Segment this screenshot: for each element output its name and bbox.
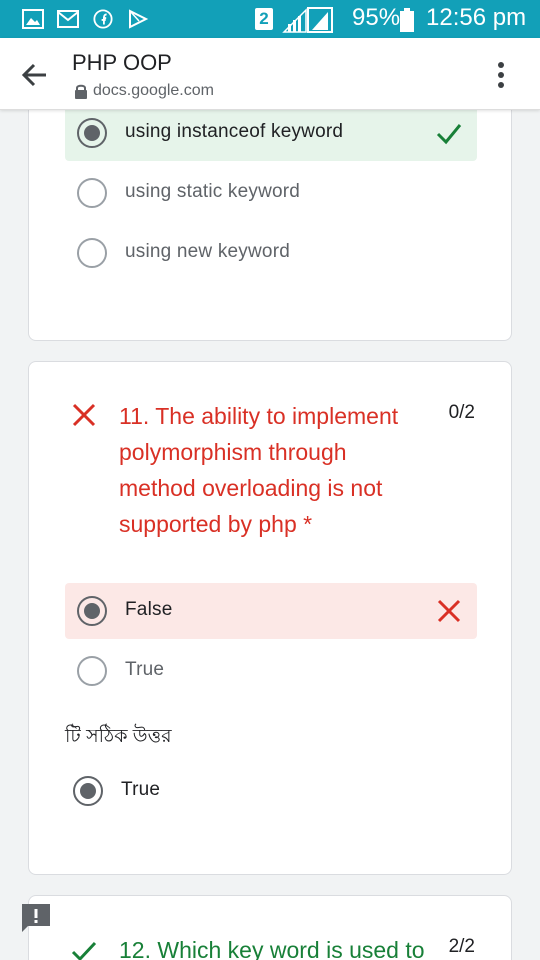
option-label: using new keyword — [125, 241, 290, 262]
option-new[interactable]: using new keyword — [65, 225, 477, 281]
option-static[interactable]: using static keyword — [65, 165, 477, 221]
wrong-x-icon — [437, 599, 461, 623]
option-false[interactable]: False — [65, 583, 477, 639]
option-label: True — [125, 659, 165, 680]
radio-selected — [73, 776, 103, 806]
facebook-icon — [93, 9, 113, 29]
app-bar: PHP OOP docs.google.com — [0, 38, 540, 110]
play-store-icon — [129, 9, 149, 29]
option-label: using static keyword — [125, 181, 301, 202]
option-true[interactable]: True — [65, 643, 477, 699]
question-card-12: 12. Which key word is used to 2/2 — [28, 895, 512, 960]
correct-answer-heading: টি সঠিক উত্তর — [65, 726, 172, 747]
radio-selected[interactable] — [77, 118, 107, 148]
option-label: using instanceof keyword — [125, 121, 344, 142]
more-options-icon[interactable] — [490, 58, 512, 92]
gallery-icon — [22, 9, 44, 29]
question-text: 11. The ability to implement polymorphis… — [119, 403, 399, 537]
question-text: 12. Which key word is used to — [119, 937, 425, 960]
back-arrow-icon[interactable] — [20, 60, 50, 90]
wrong-x-icon — [72, 403, 96, 427]
correct-answer-option: True — [61, 763, 473, 819]
question-score: 2/2 — [448, 936, 475, 957]
url-text: docs.google.com — [93, 82, 214, 99]
question-card-11: 11. The ability to implement polymorphis… — [28, 361, 512, 875]
checkmark-icon — [71, 941, 97, 960]
status-bar: 2 95% 12:56 pm — [0, 0, 540, 38]
url-display: docs.google.com — [74, 82, 214, 100]
clock: 12:56 pm — [426, 4, 527, 31]
page-title: PHP OOP — [72, 50, 172, 75]
question-score: 0/2 — [448, 402, 475, 423]
checkmark-icon — [436, 124, 462, 145]
battery-icon — [400, 8, 414, 32]
option-instanceof[interactable]: using instanceof keyword — [65, 105, 477, 161]
signal-icon — [282, 7, 333, 33]
sim-slot-badge: 2 — [255, 8, 273, 30]
mail-icon — [57, 10, 79, 28]
battery-percent: 95% — [352, 4, 401, 31]
option-label: False — [125, 599, 173, 620]
correct-answer-label: True — [121, 779, 161, 800]
lock-icon — [75, 84, 87, 99]
radio-selected[interactable] — [77, 596, 107, 626]
radio-unselected[interactable] — [77, 178, 107, 208]
radio-unselected[interactable] — [77, 238, 107, 268]
radio-unselected[interactable] — [77, 656, 107, 686]
question-card-10: using instanceof keyword using static ke… — [28, 90, 512, 341]
feedback-icon[interactable] — [20, 902, 52, 934]
